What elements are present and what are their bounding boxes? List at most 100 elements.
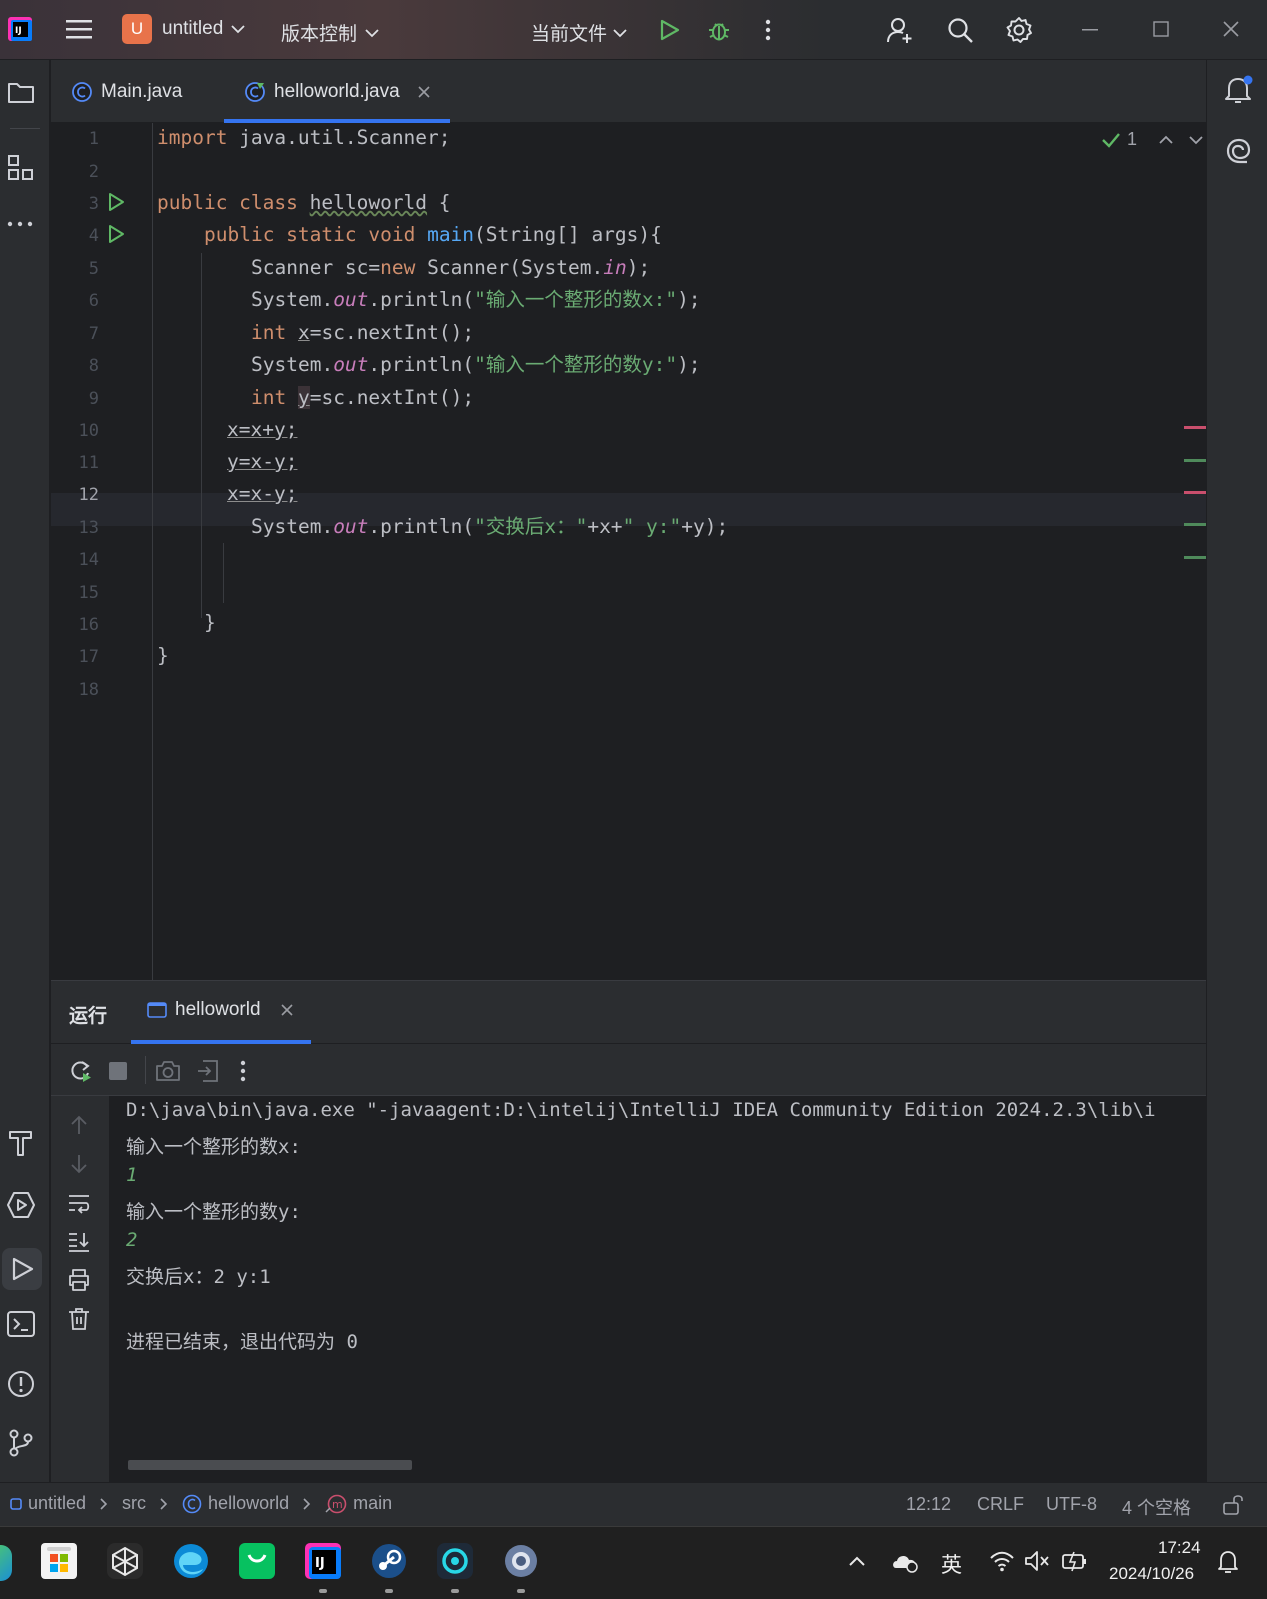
screenshot-camera-icon[interactable] [155, 1059, 181, 1083]
clock-time[interactable]: 17:24 [1158, 1538, 1201, 1558]
edge-browser-icon[interactable] [171, 1541, 211, 1581]
clock-date[interactable]: 2024/10/26 [1109, 1564, 1194, 1584]
trash-icon[interactable] [68, 1307, 90, 1331]
notification-bell-icon[interactable] [1217, 1549, 1239, 1575]
close-tab-icon[interactable] [280, 1004, 293, 1016]
add-user-icon[interactable] [886, 16, 914, 44]
chevron-up-icon[interactable] [1159, 135, 1173, 145]
run-toolbar [51, 1044, 1206, 1096]
services-icon[interactable] [6, 1190, 36, 1220]
run-icon[interactable] [657, 18, 681, 42]
stop-icon[interactable] [109, 1062, 127, 1080]
arrow-down-icon[interactable] [69, 1153, 89, 1175]
scrollbar-error-marker[interactable] [1184, 426, 1206, 429]
console-line: 1 [126, 1164, 138, 1186]
notifications-bell-icon[interactable] [1223, 74, 1255, 106]
settings-app-icon[interactable] [501, 1541, 541, 1581]
close-tab-icon[interactable] [418, 85, 430, 98]
steam-icon[interactable] [369, 1541, 409, 1581]
breadcrumb-class[interactable]: helloworld [208, 1493, 289, 1514]
settings-gear-icon[interactable] [1005, 16, 1033, 44]
line-number: 15 [78, 583, 99, 603]
scrollbar-change-marker[interactable] [1184, 523, 1206, 526]
tab-main-java[interactable]: Main.java [71, 60, 182, 123]
tray-expand-chevron-icon[interactable] [848, 1555, 866, 1567]
run-tool-window: 运行 helloworld D:\java\bin\java.exe "-jav… [51, 980, 1206, 1483]
scroll-to-end-icon[interactable] [67, 1230, 91, 1252]
console-icon [147, 1001, 167, 1019]
intellij-logo-icon[interactable]: IJ [8, 17, 32, 41]
print-icon[interactable] [67, 1268, 91, 1292]
build-hammer-icon[interactable] [7, 1128, 35, 1158]
tab-label: helloworld.java [274, 80, 400, 102]
unity-hub-icon[interactable] [105, 1541, 145, 1581]
svg-text:IJ: IJ [15, 26, 22, 36]
battery-charging-icon[interactable] [1061, 1549, 1089, 1573]
line-number: 4 [88, 226, 99, 246]
indent-setting[interactable]: 4 个空格 [1122, 1494, 1191, 1520]
inspection-count: 1 [1127, 129, 1138, 149]
caret-position[interactable]: 12:12 [906, 1494, 951, 1515]
code-line: public static void main(String[] args){ [204, 223, 662, 246]
code-editor[interactable]: 1 2 3 4 5 6 7 8 9 10 11 12 13 14 15 16 17 18 import java.… [51, 123, 1206, 980]
soft-wrap-icon[interactable] [67, 1192, 91, 1214]
terminal-icon[interactable] [6, 1310, 36, 1338]
arrow-up-icon[interactable] [69, 1114, 89, 1136]
volume-muted-icon[interactable] [1024, 1549, 1050, 1573]
run-gutter-icon[interactable] [107, 224, 125, 244]
chevron-down-icon [613, 28, 627, 38]
problems-icon[interactable] [6, 1369, 36, 1399]
scrollbar-change-marker[interactable] [1184, 459, 1206, 462]
minimize-icon[interactable] [1082, 29, 1098, 31]
maximize-icon[interactable] [1153, 21, 1169, 37]
project-folder-icon[interactable] [7, 80, 35, 104]
search-icon[interactable] [946, 16, 974, 44]
project-name: untitled [162, 18, 224, 39]
horizontal-scrollbar[interactable] [128, 1460, 412, 1470]
ai-assistant-icon[interactable] [1223, 136, 1253, 166]
line-separator[interactable]: CRLF [977, 1494, 1024, 1515]
structure-icon[interactable] [7, 154, 35, 182]
right-tool-strip [1206, 60, 1267, 1502]
breadcrumb-method[interactable]: main [353, 1493, 392, 1514]
inspection-widget[interactable]: 1 [1101, 129, 1203, 150]
breadcrumb-src[interactable]: src [122, 1493, 146, 1514]
run-header: 运行 helloworld [51, 981, 1206, 1044]
scrollbar-change-marker[interactable] [1184, 556, 1206, 559]
ime-indicator[interactable]: 英 [941, 1549, 962, 1579]
vcs-widget[interactable]: 版本控制 [281, 19, 379, 46]
os-taskbar: IJ 英 17:24 2024/10/26 [0, 1526, 1267, 1599]
scrollbar-error-marker[interactable] [1184, 491, 1206, 494]
intellij-taskbar-icon[interactable]: IJ [303, 1541, 343, 1581]
run-tab-helloworld[interactable]: helloworld [147, 999, 293, 1021]
tab-label: Main.java [101, 80, 183, 102]
project-widget[interactable]: U untitled [122, 14, 245, 44]
run-config-selector[interactable]: 当前文件 [531, 19, 627, 46]
main-menu-icon[interactable] [66, 18, 92, 40]
onedrive-cloud-icon[interactable] [890, 1549, 920, 1573]
wechat-icon[interactable] [237, 1541, 277, 1581]
run-gutter-icon[interactable] [107, 192, 125, 212]
start-windows-icon[interactable] [39, 1541, 79, 1581]
code-line: System.out.println("输入一个整形的数y:"); [251, 353, 701, 376]
line-number: 5 [88, 259, 99, 279]
git-branch-icon[interactable] [6, 1428, 36, 1458]
unlock-icon[interactable] [1222, 1493, 1244, 1515]
wifi-icon[interactable] [989, 1549, 1015, 1573]
tab-helloworld-java[interactable]: helloworld.java [224, 60, 450, 123]
run-tool-button[interactable] [2, 1248, 42, 1290]
rerun-icon[interactable] [67, 1058, 93, 1084]
line-number: 13 [78, 518, 99, 538]
widgets-icon[interactable] [0, 1545, 12, 1581]
breadcrumb-project[interactable]: untitled [28, 1493, 86, 1514]
chevron-down-icon[interactable] [1189, 135, 1203, 145]
app-ring-icon[interactable] [435, 1541, 475, 1581]
more-vertical-icon[interactable] [240, 1060, 246, 1082]
more-horizontal-icon[interactable] [7, 220, 35, 228]
exit-icon[interactable] [195, 1058, 221, 1084]
debug-icon[interactable] [706, 17, 732, 43]
close-window-icon[interactable] [1223, 21, 1239, 37]
more-vertical-icon[interactable] [764, 19, 772, 41]
file-encoding[interactable]: UTF-8 [1046, 1494, 1097, 1515]
run-tool-icon [9, 1256, 35, 1282]
